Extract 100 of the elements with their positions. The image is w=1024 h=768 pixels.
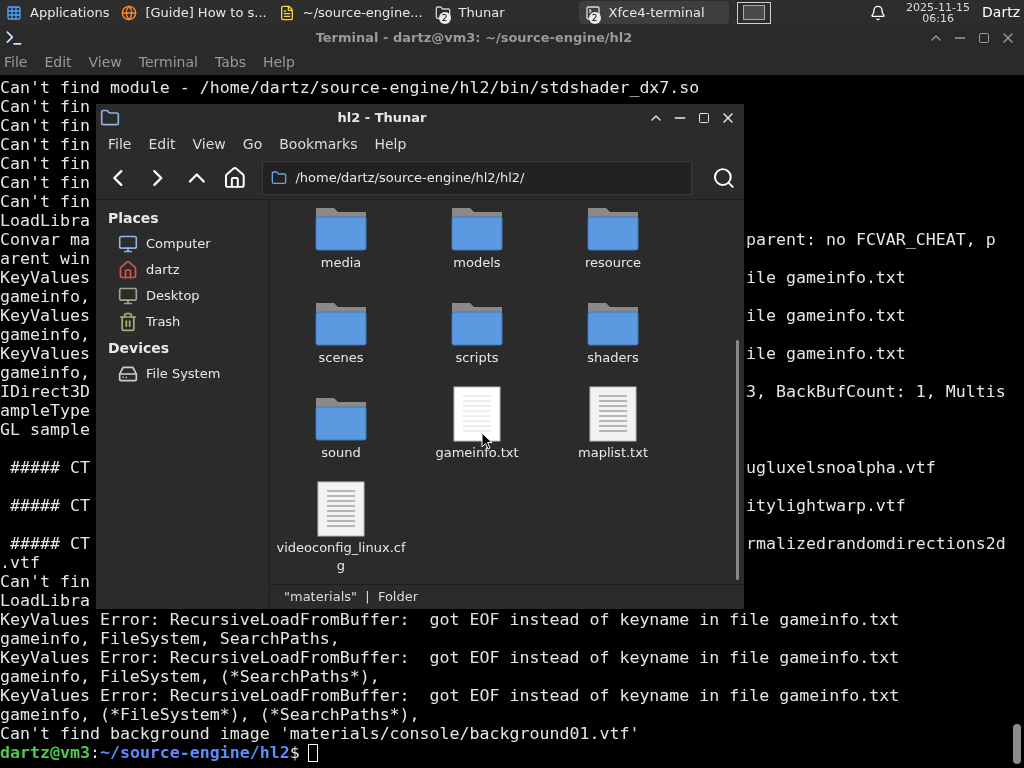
terminal-line: parent: no FCVAR_CHEAT, p [746,230,996,249]
terminal-line: KeyValues Error: RecursiveLoadFromBuffer: got EOF instead of keyname in file gameinfo.txt [0,648,900,667]
terminal-line: Can't find module - /home/dartz/source-engine/hl2/bin/stdshader_dx7.so [0,78,700,97]
window-title: hl2 - Thunar [336,109,428,128]
computer-icon [118,234,138,254]
sidebar-item[interactable]: Desktop [96,283,269,309]
drive-icon [118,364,138,384]
menu-item[interactable]: Tabs [214,52,246,73]
file-name[interactable]: shaders [548,349,678,367]
taskbar-button[interactable]: [Guide] How to s... [115,1,273,24]
clock-date: 2025-11-15 [906,1,971,13]
sidebar-item[interactable]: dartz [96,257,269,283]
terminal-line: KeyValues [0,306,91,325]
sidebar-item[interactable]: File System [96,361,269,387]
terminal-line: KeyValues [0,268,91,287]
terminal-line: ##### CT [9,534,91,553]
menu-item[interactable]: File [4,52,28,73]
taskbar-button[interactable]: 2 Xfce4-terminal [578,1,729,24]
scrollbar-thumb[interactable] [1013,724,1021,764]
taskbar-label: Applications [30,3,110,22]
taskbar-button[interactable]: Applications [0,1,116,24]
terminal-line: .vtf [0,553,41,572]
terminal-line: KeyValues [0,344,91,363]
text-file-icon [589,386,637,442]
terminal-line: Can't fin [0,572,91,591]
prompt-sign: $ [289,743,300,762]
terminal-line: gameinfo, FileSystem, SearchPaths, [0,629,340,648]
notification-bell-icon[interactable] [870,4,887,21]
workspace-switcher[interactable] [736,1,771,24]
folder-icon [271,169,288,186]
prompt-separator: : [89,743,100,762]
taskbar-label: ~/source-engine... [302,3,423,22]
prompt-path: ~/source-engine/hl2 [99,743,290,762]
file-name[interactable]: scripts [412,349,542,367]
menu-item[interactable]: View [88,52,122,73]
folder-icon [434,4,451,21]
text-cursor [307,743,318,762]
section-heading: Places [107,209,160,228]
scrollbar-thumb[interactable] [736,340,739,580]
file-name[interactable]: resource [548,254,678,272]
terminal-line: Can't fin [0,173,91,192]
terminal-line: ##### CT [9,458,91,477]
file-name[interactable]: media [276,254,406,272]
home-icon [118,260,138,280]
terminal-line: KeyValues Error: RecursiveLoadFromBuffer: got EOF instead of keyname in file gameinfo.txt [0,686,900,705]
terminal-line: ##### CT [9,496,91,515]
file-name[interactable]: models [412,254,542,272]
terminal-line: Can't fin [0,192,91,211]
taskbar-button[interactable]: ~/source-engine... [272,1,429,24]
terminal-line: ile gameinfo.txt [746,306,906,325]
menu-item[interactable]: Go [242,133,263,155]
clock-time: 06:16 [922,12,954,24]
terminal-line: gameinfo, [0,363,91,382]
terminal-line: gameinfo, FileSystem, (*SearchPaths*), [0,667,380,686]
file-name[interactable]: videoconfig_linux.cfg [276,539,406,575]
terminal-line: gameinfo, [0,287,91,306]
trash-icon [118,312,138,332]
taskbar-button[interactable]: 2 Thunar [428,1,579,24]
terminal-line: 3, BackBufCount: 1, Multis [746,382,1006,401]
sidebar-item[interactable]: Computer [96,231,269,257]
sidebar-item[interactable]: Trash [96,309,269,335]
menu-item[interactable]: View [192,133,226,155]
globe-icon [121,4,138,21]
terminal-line: GL sample [0,420,91,439]
terminal-line: Can't fin [0,97,91,116]
menu-item[interactable]: Edit [44,52,72,73]
terminal-line: ugluxelsnoalpha.vtf [746,458,936,477]
terminal-line: itylightwarp.vtf [746,496,906,515]
terminal-line: gameinfo, [0,325,91,344]
folder-icon [100,108,120,128]
terminal-line: Can't find background image 'materials/console/background01.vtf' [0,724,640,743]
file-name[interactable]: maplist.txt [548,444,678,462]
window-title: Terminal - dartz@vm3: ~/source-engine/hl2 [314,28,634,47]
menu-item[interactable]: Help [374,133,407,155]
count-badge: 2 [438,12,451,24]
taskbar-label: Thunar [458,3,505,22]
user-name[interactable]: Dartz [982,2,1024,23]
count-badge: 2 [588,12,601,24]
menu-item[interactable]: File [108,133,132,155]
desktop-icon [118,286,138,306]
home-icon[interactable] [222,165,247,190]
status-text: "materials" | Folder [284,588,419,607]
terminal-line: ile gameinfo.txt [746,268,906,287]
menu-item[interactable]: Help [262,52,295,73]
location-field[interactable]: /home/dartz/source-engine/hl2/hl2/ [262,160,693,195]
file-name[interactable]: gameinfo.txt [412,444,542,462]
terminal-line: Can't fin [0,154,91,173]
maximize-icon[interactable] [978,31,990,44]
search-icon[interactable] [712,165,736,190]
terminal-line: gameinfo, (*FileSystem*), (*SearchPaths*), [0,705,420,724]
terminal-line: LoadLibra [0,591,91,610]
text-file-icon [317,481,365,537]
menu-item[interactable]: Terminal [138,52,198,73]
taskbar-label: Xfce4-terminal [608,3,705,22]
file-name[interactable]: sound [276,444,406,462]
menu-item[interactable]: Bookmarks [279,133,358,155]
section-heading: Devices [107,339,171,358]
menu-item[interactable]: Edit [148,133,176,155]
file-name[interactable]: scenes [276,349,406,367]
terminal-line: KeyValues Error: RecursiveLoadFromBuffer: got EOF instead of keyname in file gameinfo.txt [0,610,900,629]
